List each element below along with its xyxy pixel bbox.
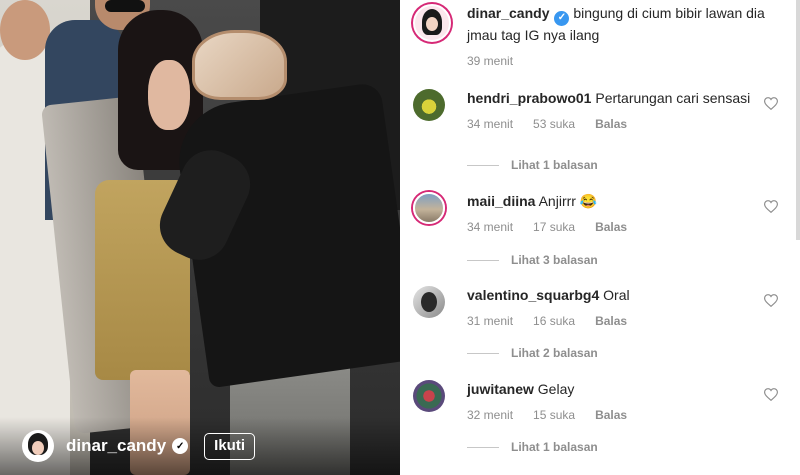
comments-panel: dinar_candy ✓ bingung di cium bibir lawan…	[400, 0, 800, 475]
post-photo[interactable]: dinar_candy ✓ Ikuti	[0, 0, 400, 475]
replies-divider	[467, 446, 499, 448]
comment-time: 31 menit	[467, 314, 514, 328]
comment-body: hendri_prabowo01 Pertarungan cari sensas…	[467, 89, 783, 133]
commenter-avatar[interactable]	[413, 286, 445, 318]
verified-badge-icon: ✓	[554, 10, 570, 26]
comment-item: juwitanew Gelay 32 menit 15 suka Balas	[413, 380, 783, 424]
comment-likes[interactable]: 16 suka	[533, 312, 575, 330]
comment-item: maii_diina Anjirrr 😂 34 menit 17 suka Ba…	[413, 192, 783, 236]
view-replies-button[interactable]: Lihat 1 balasan	[467, 440, 598, 454]
author-avatar[interactable]	[22, 430, 54, 462]
comment-body: valentino_squarbg4 Oral 31 menit 16 suka…	[467, 286, 783, 330]
reply-button[interactable]: Balas	[595, 406, 627, 424]
comment-body: juwitanew Gelay 32 menit 15 suka Balas	[467, 380, 783, 424]
comment-time: 34 menit	[467, 220, 514, 234]
view-replies-button[interactable]: Lihat 2 balasan	[467, 346, 598, 360]
comment-text: Gelay	[537, 381, 575, 397]
caption-body: dinar_candy ✓ bingung di cium bibir lawan…	[467, 4, 783, 70]
comment-body: maii_diina Anjirrr 😂 34 menit 17 suka Ba…	[467, 192, 783, 236]
commenter-avatar[interactable]	[413, 192, 445, 224]
view-replies-button[interactable]: Lihat 1 balasan	[467, 158, 598, 172]
face	[148, 60, 190, 130]
caption-meta: 39 menit	[467, 52, 783, 70]
caption-time: 39 menit	[467, 53, 514, 68]
comment-username[interactable]: valentino_squarbg4	[467, 287, 599, 303]
commenter-avatar[interactable]	[413, 89, 445, 121]
comment-time: 32 menit	[467, 408, 514, 422]
view-replies-label: Lihat 3 balasan	[511, 253, 598, 267]
comment-text: Pertarungan cari sensasi	[595, 90, 751, 106]
replies-divider	[467, 352, 499, 354]
sunglasses	[105, 0, 145, 12]
comment-username[interactable]: juwitanew	[467, 381, 534, 397]
view-replies-button[interactable]: Lihat 3 balasan	[467, 253, 598, 267]
comment-likes[interactable]: 15 suka	[533, 406, 575, 424]
view-replies-label: Lihat 1 balasan	[511, 440, 598, 454]
comment-username[interactable]: hendri_prabowo01	[467, 90, 591, 106]
view-replies-label: Lihat 1 balasan	[511, 158, 598, 172]
heart-icon[interactable]	[764, 97, 778, 110]
commenter-avatar[interactable]	[413, 380, 445, 412]
heart-icon[interactable]	[764, 294, 778, 307]
comment-likes[interactable]: 17 suka	[533, 218, 575, 236]
person-head	[0, 0, 50, 60]
scrollbar[interactable]	[796, 0, 800, 240]
replies-divider	[467, 259, 499, 261]
comment-likes[interactable]: 53 suka	[533, 115, 575, 133]
comment-username[interactable]: maii_diina	[467, 193, 535, 209]
replies-divider	[467, 164, 499, 166]
reply-button[interactable]: Balas	[595, 218, 627, 236]
comment-meta: 32 menit 15 suka Balas	[467, 406, 783, 424]
reply-button[interactable]: Balas	[595, 115, 627, 133]
follow-button[interactable]: Ikuti	[204, 432, 255, 460]
post-author-bar: dinar_candy ✓ Ikuti	[0, 417, 400, 475]
comment-meta: 31 menit 16 suka Balas	[467, 312, 783, 330]
comment-meta: 34 menit 17 suka Balas	[467, 218, 783, 236]
heart-icon[interactable]	[764, 388, 778, 401]
caption-username[interactable]: dinar_candy	[467, 5, 549, 21]
comment-meta: 34 menit 53 suka Balas	[467, 115, 783, 133]
comment-text: Anjirrr 😂	[538, 193, 598, 209]
comment-time: 34 menit	[467, 117, 514, 131]
view-replies-label: Lihat 2 balasan	[511, 346, 598, 360]
comment-item: valentino_squarbg4 Oral 31 menit 16 suka…	[413, 286, 783, 330]
comment-item: hendri_prabowo01 Pertarungan cari sensas…	[413, 89, 783, 133]
comment-text: Oral	[603, 287, 630, 303]
verified-badge-icon: ✓	[172, 438, 189, 454]
author-username[interactable]: dinar_candy	[66, 436, 166, 456]
caption-avatar[interactable]	[413, 4, 451, 42]
reply-button[interactable]: Balas	[595, 312, 627, 330]
heart-icon[interactable]	[764, 200, 778, 213]
bucket-hat	[192, 30, 287, 100]
post-caption: dinar_candy ✓ bingung di cium bibir lawan…	[413, 4, 783, 70]
